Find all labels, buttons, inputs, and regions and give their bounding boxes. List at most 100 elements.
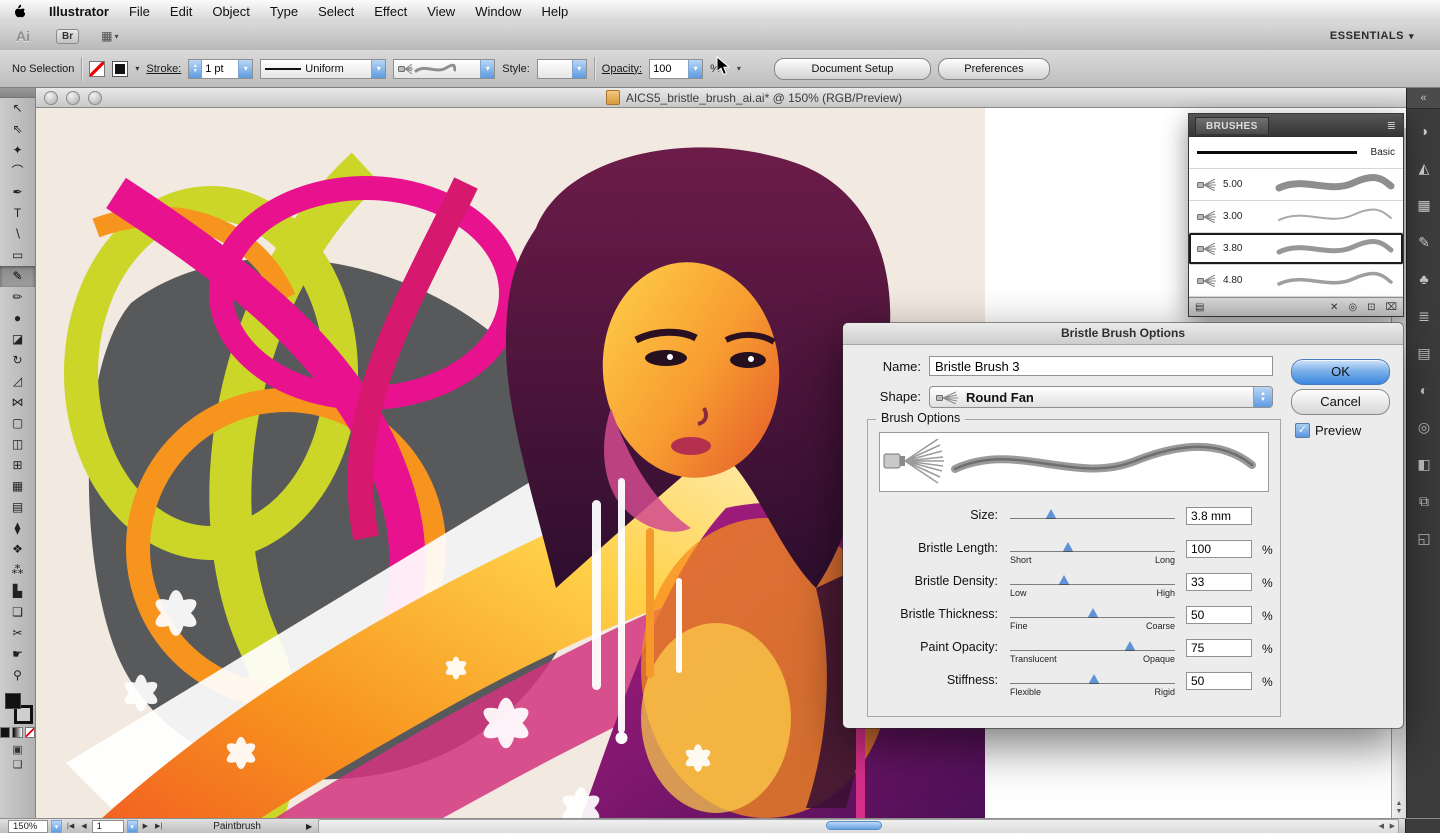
- blob-brush-tool[interactable]: ●: [0, 308, 35, 329]
- hscroll-thumb[interactable]: [826, 821, 882, 830]
- style-dropdown[interactable]: ▾: [537, 59, 587, 79]
- blend-tool[interactable]: ❖: [0, 539, 35, 560]
- menu-edit[interactable]: Edit: [160, 4, 202, 19]
- first-artboard-button[interactable]: |◀: [65, 822, 76, 830]
- shape-dropdown[interactable]: Round Fan ▲▼: [929, 386, 1273, 408]
- zoom-level-field[interactable]: 150%: [8, 820, 48, 833]
- opacity-link[interactable]: Opacity:: [602, 63, 642, 75]
- launch-bridge-button[interactable]: Br: [56, 29, 79, 44]
- size-value-field[interactable]: [1186, 507, 1252, 525]
- zoom-dropdown-icon[interactable]: ▾: [51, 820, 62, 833]
- workspace-switcher[interactable]: ESSENTIALS ▾: [1330, 30, 1414, 42]
- arrange-documents-button[interactable]: ▦ ▾: [101, 29, 118, 43]
- menu-type[interactable]: Type: [260, 4, 308, 19]
- document-setup-button[interactable]: Document Setup: [774, 58, 931, 80]
- column-graph-tool[interactable]: ▙: [0, 581, 35, 602]
- zoom-window-button[interactable]: [88, 91, 102, 105]
- scale-tool[interactable]: ◿: [0, 371, 35, 392]
- artboard-dropdown-icon[interactable]: ▾: [127, 820, 138, 833]
- perspective-grid-tool[interactable]: ⊞: [0, 455, 35, 476]
- symbol-sprayer-tool[interactable]: ⁂: [0, 560, 35, 581]
- eyedropper-tool[interactable]: ⧫: [0, 518, 35, 539]
- brush-item-4-80[interactable]: 4.80: [1189, 265, 1403, 297]
- artboards-panel-icon[interactable]: ◱: [1407, 523, 1440, 553]
- menu-select[interactable]: Select: [308, 4, 364, 19]
- slider-thumb[interactable]: [1125, 641, 1135, 650]
- paintbrush-tool[interactable]: ✎: [0, 266, 35, 287]
- color-button[interactable]: [0, 727, 10, 738]
- brush-definition-dropdown[interactable]: ▾: [393, 59, 495, 79]
- more-options-dropdown-icon[interactable]: ▾: [737, 64, 741, 73]
- artboard-tool[interactable]: ❏: [0, 602, 35, 623]
- stroke-link[interactable]: Stroke:: [146, 63, 181, 75]
- swatch-dropdown-icon[interactable]: ▾: [135, 64, 139, 73]
- brush-item-5[interactable]: 5.00: [1189, 169, 1403, 201]
- gradient-panel-icon[interactable]: ▤: [1407, 338, 1440, 368]
- toolbox-grip[interactable]: [0, 88, 35, 98]
- layers-panel-icon[interactable]: ⧉: [1407, 486, 1440, 516]
- hscroll-left-arrow[interactable]: ◀: [1379, 822, 1384, 830]
- last-artboard-button[interactable]: ▶|: [153, 822, 164, 830]
- eraser-tool[interactable]: ◪: [0, 329, 35, 350]
- stroke-weight-dropdown[interactable]: ▾: [238, 60, 252, 78]
- bristle-density-value-field[interactable]: [1186, 573, 1252, 591]
- bristle-thickness-slider[interactable]: Fine Coarse: [1010, 617, 1175, 618]
- drawing-mode-button[interactable]: ▣: [0, 743, 35, 758]
- rectangle-tool[interactable]: ▭: [0, 245, 35, 266]
- appearance-panel-icon[interactable]: ◎: [1407, 412, 1440, 442]
- line-segment-tool[interactable]: ∖: [0, 224, 35, 245]
- graphic-styles-panel-icon[interactable]: ◧: [1407, 449, 1440, 479]
- pen-tool[interactable]: ✒: [0, 182, 35, 203]
- gradient-tool[interactable]: ▤: [0, 497, 35, 518]
- brushes-panel-header[interactable]: BRUSHES ≣: [1189, 114, 1403, 136]
- opacity-dropdown[interactable]: ▾: [688, 60, 702, 78]
- gradient-button[interactable]: [12, 727, 22, 738]
- slider-thumb[interactable]: [1088, 608, 1098, 617]
- slice-tool[interactable]: ✂: [0, 623, 35, 644]
- close-window-button[interactable]: [44, 91, 58, 105]
- vscroll-arrows[interactable]: ▲▼: [1392, 800, 1406, 816]
- magic-wand-tool[interactable]: ✦: [0, 140, 35, 161]
- fill-color-box[interactable]: [5, 693, 21, 709]
- fill-swatch[interactable]: [89, 61, 105, 77]
- shape-builder-tool[interactable]: ◫: [0, 434, 35, 455]
- paint-opacity-value-field[interactable]: [1186, 639, 1252, 657]
- stroke-stepper[interactable]: ▲▼: [189, 60, 202, 78]
- screen-mode-button[interactable]: ❏: [0, 758, 35, 773]
- zoom-tool[interactable]: ⚲: [0, 665, 35, 686]
- expand-panels-button[interactable]: «: [1407, 88, 1440, 109]
- bristle-length-value-field[interactable]: [1186, 540, 1252, 558]
- hand-tool[interactable]: ☛: [0, 644, 35, 665]
- menu-object[interactable]: Object: [202, 4, 260, 19]
- none-button[interactable]: [25, 727, 35, 738]
- menu-illustrator[interactable]: Illustrator: [39, 4, 119, 19]
- artboard-number-field[interactable]: 1: [92, 820, 124, 833]
- slider-thumb[interactable]: [1059, 575, 1069, 584]
- variable-width-profile-dropdown[interactable]: Uniform ▾: [260, 59, 386, 79]
- free-transform-tool[interactable]: ▢: [0, 413, 35, 434]
- options-of-selected-icon[interactable]: ◎: [1348, 302, 1357, 313]
- stroke-weight-input[interactable]: [202, 63, 238, 75]
- stiffness-slider[interactable]: Flexible Rigid: [1010, 683, 1175, 684]
- slider-thumb[interactable]: [1063, 542, 1073, 551]
- remove-brush-stroke-icon[interactable]: ✕: [1330, 302, 1338, 313]
- rotate-tool[interactable]: ↻: [0, 350, 35, 371]
- size-slider[interactable]: [1010, 518, 1175, 519]
- menu-effect[interactable]: Effect: [364, 4, 417, 19]
- color-panel-icon[interactable]: ◑: [1407, 116, 1440, 146]
- slider-thumb[interactable]: [1089, 674, 1099, 683]
- transparency-panel-icon[interactable]: ◐: [1407, 375, 1440, 405]
- delete-brush-icon[interactable]: ⌧: [1385, 302, 1397, 313]
- lasso-tool[interactable]: ⌒: [0, 161, 35, 182]
- menu-window[interactable]: Window: [465, 4, 531, 19]
- opacity-field[interactable]: ▾: [649, 59, 703, 79]
- brush-item-basic[interactable]: Basic: [1189, 137, 1403, 169]
- horizontal-scrollbar[interactable]: ◀ ▶: [318, 819, 1399, 833]
- brush-libraries-icon[interactable]: ▤: [1195, 302, 1204, 313]
- symbols-panel-icon[interactable]: ♣: [1407, 264, 1440, 294]
- previous-artboard-button[interactable]: ◀: [79, 822, 88, 830]
- cancel-button[interactable]: Cancel: [1291, 389, 1390, 415]
- pencil-tool[interactable]: ✏: [0, 287, 35, 308]
- mesh-tool[interactable]: ▦: [0, 476, 35, 497]
- new-brush-icon[interactable]: ⊡: [1367, 302, 1375, 313]
